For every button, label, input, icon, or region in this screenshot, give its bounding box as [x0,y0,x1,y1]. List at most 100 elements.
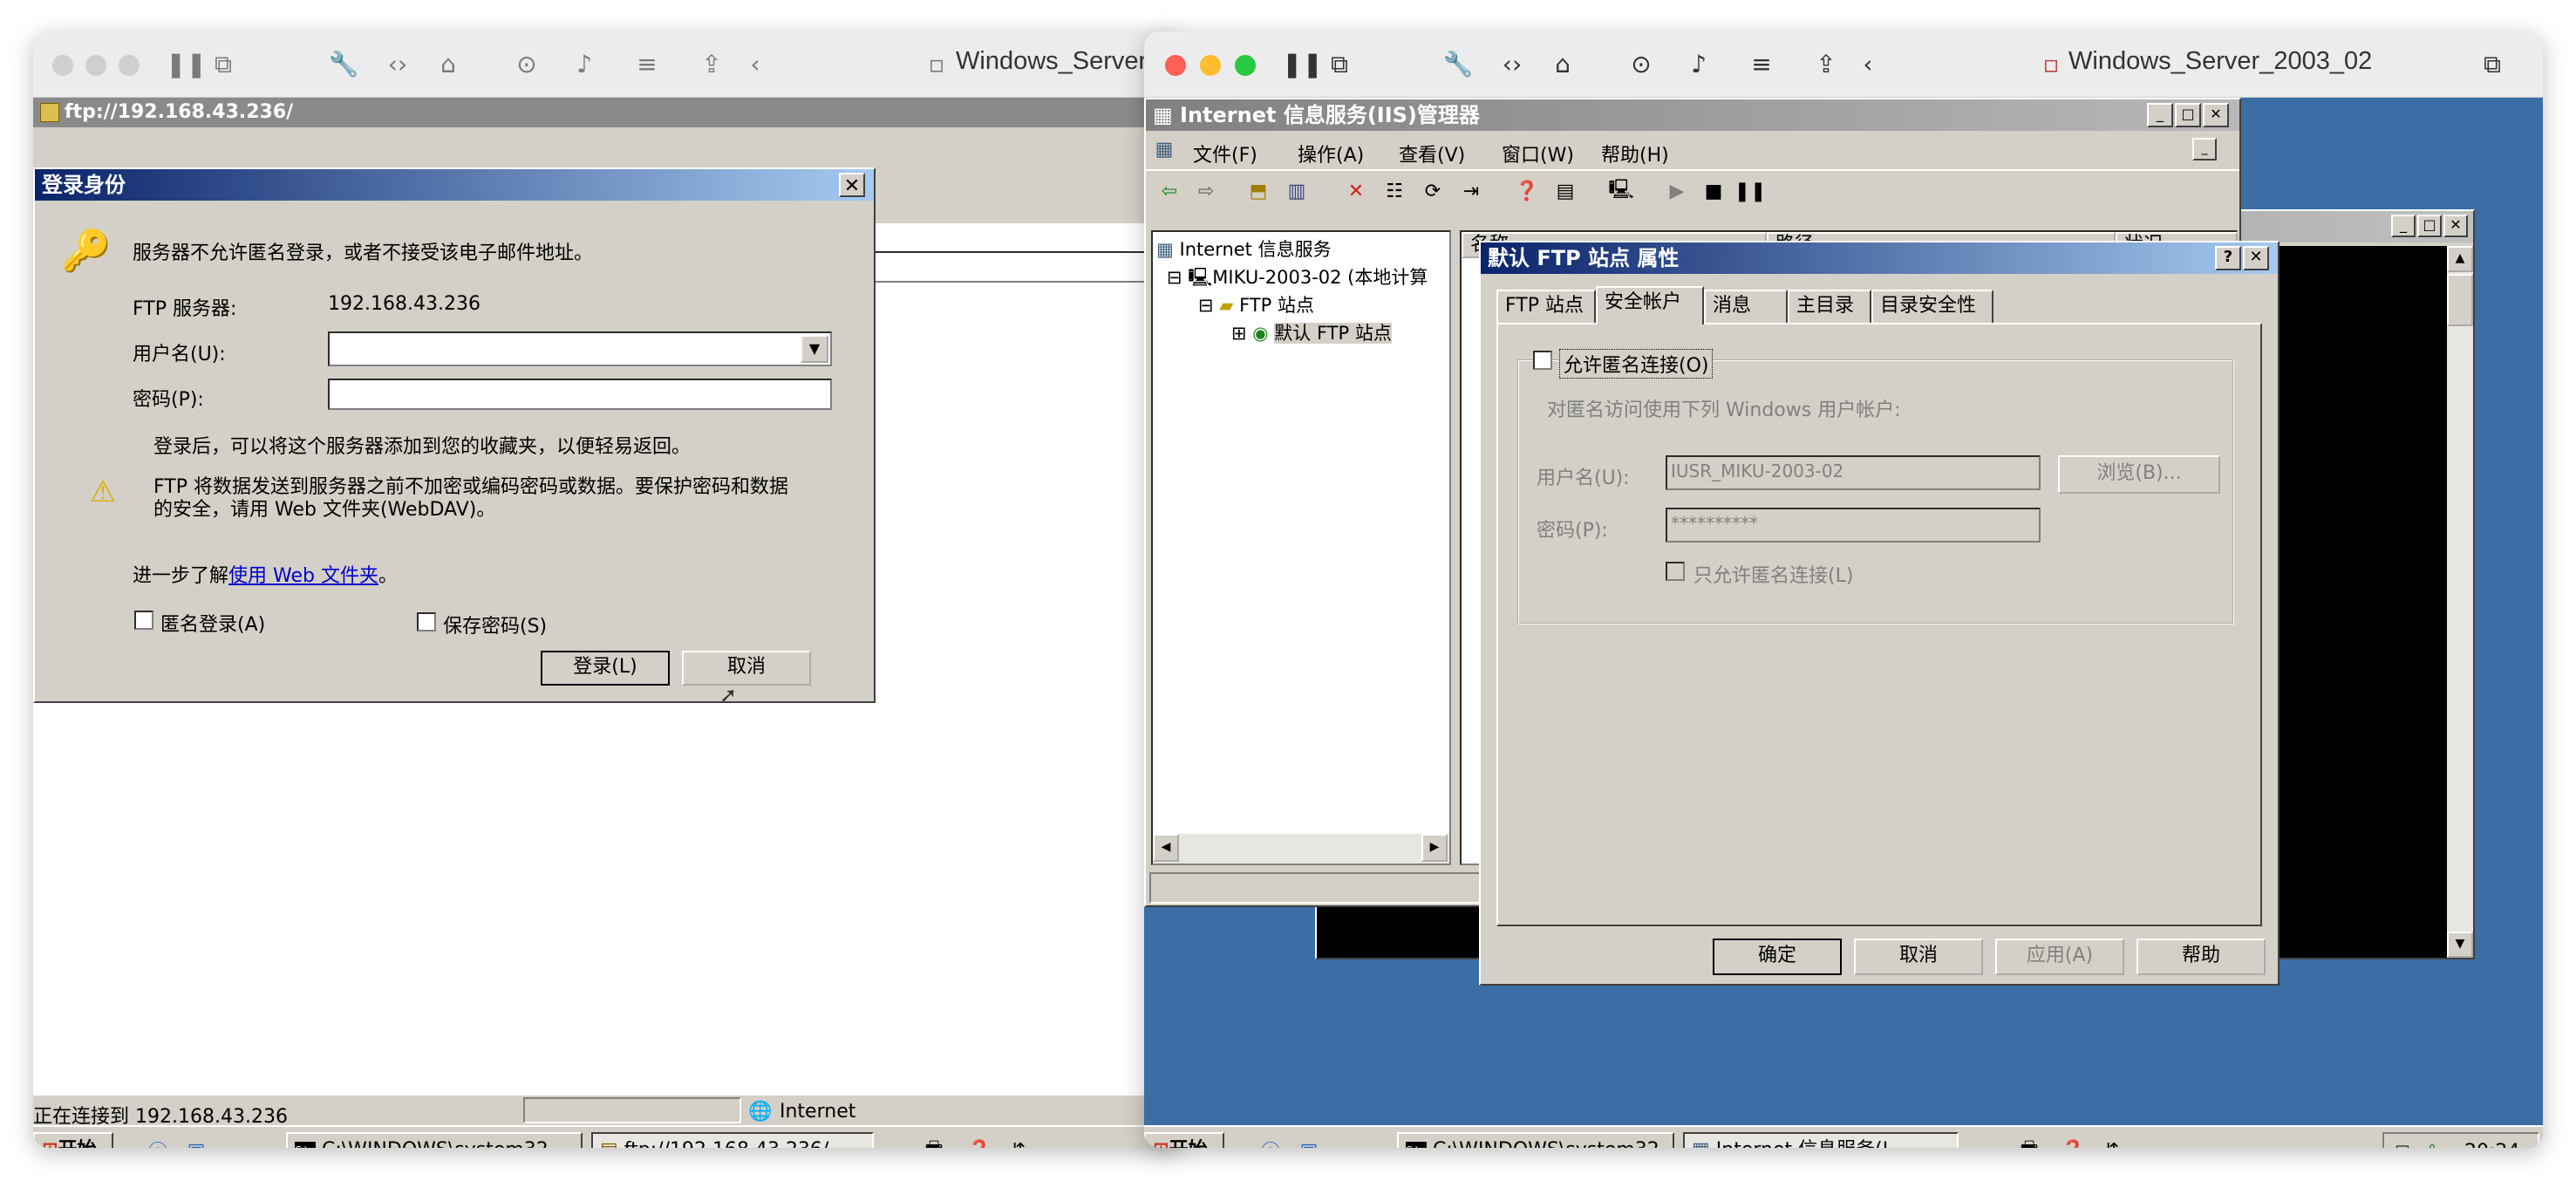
scroll-thumb[interactable] [2447,274,2473,326]
help-book-icon[interactable]: ❓ [1512,176,1542,206]
apply-button[interactable]: 应用(A) [1995,939,2124,975]
show-desktop-icon[interactable]: ▣ [181,1136,211,1149]
refresh-icon[interactable]: ⟳ [1418,176,1448,206]
window-mode-icon[interactable]: ⧉ [2477,49,2508,80]
scroll-right-icon[interactable]: ▶ [1421,834,1448,862]
stop-icon[interactable]: ■ [1699,176,1728,206]
minimize-icon[interactable]: _ [2391,215,2416,237]
sound-icon[interactable]: ♪ [1683,49,1714,80]
back-chevron-icon[interactable]: ‹ [739,49,771,80]
quick-launch-icon[interactable]: ⇵ [1003,1136,1032,1149]
chevron-down-icon[interactable]: ▼ [801,335,828,363]
maximize-icon[interactable]: □ [2417,215,2442,237]
scroll-up-icon[interactable]: ▲ [2447,246,2473,272]
explorer-address-field[interactable] [870,251,1184,283]
network-tray-icon[interactable]: ⚘ [2419,1137,2445,1149]
allow-anonymous-checkbox[interactable] [1533,351,1552,370]
pause-service-icon[interactable]: ❚❚ [1734,176,1767,206]
console-scrollbar[interactable]: ▲ ▼ [2447,246,2473,958]
share-icon[interactable]: ⇪ [696,49,727,80]
camera-icon[interactable]: ⊙ [511,49,542,80]
tab-security-accounts[interactable]: 安全帐户 [1596,286,1704,324]
tree-ftp-sites[interactable]: ⊟ ▰ FTP 站点 [1198,291,1314,317]
ie-icon[interactable]: ⓔ [143,1136,173,1148]
login-cancel-button[interactable]: 取消 [682,651,811,686]
login-button[interactable]: 登录(L) [541,651,670,686]
browse-button[interactable]: 浏览(B)... [2058,455,2220,494]
list-icon[interactable]: ≡ [1746,49,1777,80]
zoom-traffic-light[interactable] [119,55,140,76]
properties-icon[interactable]: ☷ [1380,176,1409,206]
show-tree-icon[interactable]: ▥ [1282,176,1312,206]
tab-messages[interactable]: 消息 [1704,290,1788,323]
ie-icon[interactable]: ⓔ [1256,1136,1285,1148]
camera-icon[interactable]: ⊙ [1625,49,1657,80]
tab-directory-security[interactable]: 目录安全性 [1871,290,1993,323]
anon-password-field[interactable]: ********** [1666,508,2041,543]
anonymous-login-checkbox[interactable] [134,611,153,630]
tree-pane[interactable]: ▦ Internet 信息服务 ⊟ 🖳MIKU-2003-02 (本地计算 ⊟ … [1151,230,1451,865]
tab-home-directory[interactable]: 主目录 [1788,290,1871,323]
close-icon[interactable]: ✕ [2243,246,2269,270]
console-icon[interactable]: ▤ [1550,176,1580,206]
zoom-traffic-light[interactable] [1235,55,1256,76]
start-button[interactable]: ⊞开始 [33,1132,113,1148]
help-icon[interactable]: ❓ [2058,1136,2088,1149]
printer-icon[interactable]: 🖶 [2014,1136,2044,1148]
tree-root[interactable]: ▦ Internet 信息服务 [1156,236,1332,262]
vmware-tray-icon[interactable]: ▣ [2389,1137,2416,1149]
maximize-icon[interactable]: □ [2175,103,2201,127]
list-icon[interactable]: ≡ [631,49,663,80]
anon-username-field[interactable]: IUSR_MIKU-2003-02 [1666,455,2041,490]
task-ftp[interactable]: ▤ ftp://192.168.43.236/ [591,1132,874,1148]
start-icon[interactable]: ▶ [1662,176,1692,206]
save-password-checkbox[interactable] [417,612,436,631]
only-anonymous-checkbox[interactable] [1666,562,1685,581]
close-icon[interactable]: ✕ [2443,215,2468,237]
task-iis[interactable]: ▦ Internet 信息服务(I... [1683,1132,1959,1148]
pause-icon[interactable]: ❚❚ [166,49,207,80]
close-icon[interactable]: ✕ [839,173,865,197]
task-cmd[interactable]: C:\ C:\WINDOWS\system32... [286,1132,583,1148]
wrench-icon[interactable]: 🔧 [328,49,359,80]
child-minimize-icon[interactable]: _ [2192,138,2217,160]
menu-help[interactable]: 帮助(H) [1601,140,1669,167]
menu-view[interactable]: 查看(V) [1399,140,1465,167]
up-folder-icon[interactable]: ⬒ [1244,176,1273,206]
printer-icon[interactable]: 🖶 [919,1136,949,1148]
props-help-button[interactable]: 帮助 [2136,939,2266,975]
tab-ftp-site[interactable]: FTP 站点 [1496,290,1596,323]
show-desktop-icon[interactable]: ▣ [1294,1136,1324,1149]
password-field[interactable] [328,379,832,410]
close-traffic-light[interactable] [52,55,73,76]
minimize-traffic-light[interactable] [1200,55,1221,76]
menu-window[interactable]: 窗口(W) [1502,140,1574,167]
start-button[interactable]: ⊞开始 [1144,1132,1224,1148]
props-cancel-button[interactable]: 取消 [1854,939,1983,975]
close-traffic-light[interactable] [1165,55,1186,76]
username-combo[interactable] [328,331,832,366]
ok-button[interactable]: 确定 [1713,939,1842,975]
tree-hscrollbar[interactable]: ◀ ▶ [1153,834,1449,864]
snapshot-icon[interactable]: ⧉ [208,49,239,80]
scroll-left-icon[interactable]: ◀ [1153,834,1179,862]
wrench-icon[interactable]: 🔧 [1442,49,1474,80]
sound-icon[interactable]: ♪ [569,49,600,80]
code-icon[interactable]: ‹› [1496,49,1528,80]
export-icon[interactable]: ⇥ [1456,176,1486,206]
help-icon[interactable]: ❓ [964,1136,994,1149]
back-arrow-icon[interactable]: ⇦ [1155,176,1184,206]
menu-file[interactable]: 文件(F) [1193,140,1257,167]
share-icon[interactable]: ⇪ [1810,49,1842,80]
snapshot-icon[interactable]: ⧉ [1324,49,1355,80]
minimize-traffic-light[interactable] [85,55,106,76]
drive-icon[interactable]: ⌂ [433,49,464,80]
forward-arrow-icon[interactable]: ⇨ [1191,176,1221,206]
task-cmd[interactable]: C:\ C:\WINDOWS\system32... [1397,1132,1674,1148]
drive-icon[interactable]: ⌂ [1547,49,1578,80]
quick-launch-icon[interactable]: ⇵ [2096,1136,2126,1149]
back-chevron-icon[interactable]: ‹ [1852,49,1884,80]
pause-icon[interactable]: ❚❚ [1282,49,1323,80]
question-icon[interactable]: ? [2215,246,2241,270]
close-icon[interactable]: ✕ [2203,103,2229,127]
